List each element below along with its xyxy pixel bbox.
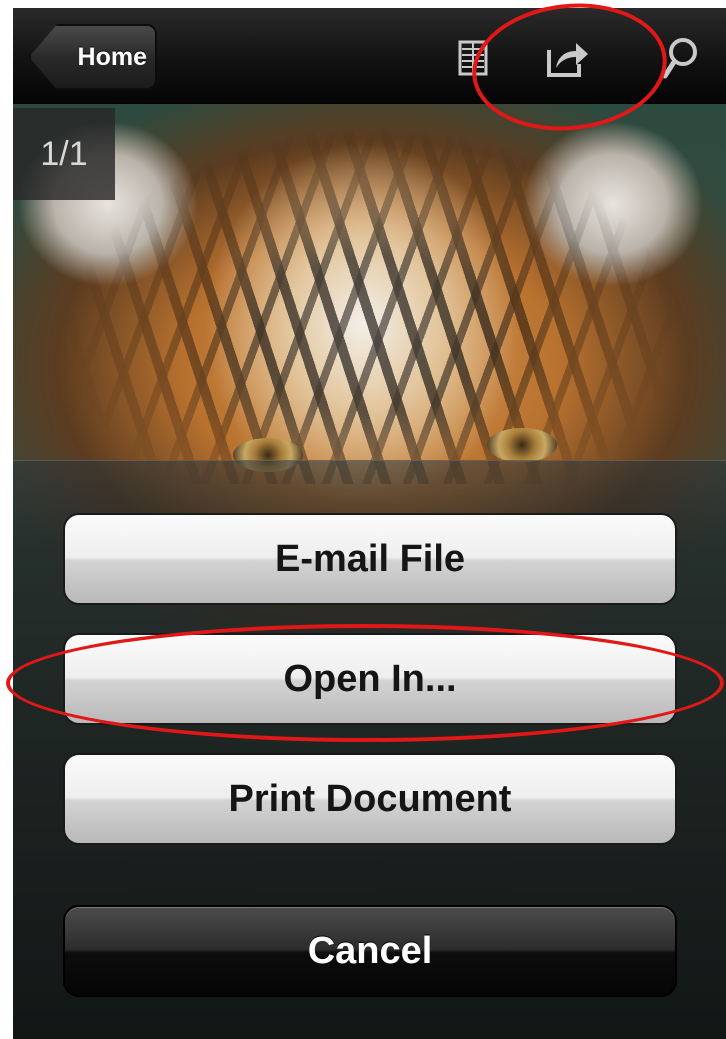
email-file-label: E-mail File	[274, 537, 466, 580]
print-document-button[interactable]: Print Document	[63, 753, 677, 845]
action-sheet: E-mail File Open In... Print Document Ca…	[13, 460, 726, 1039]
phone-screen: Home 1/1 E-mail File Open In... Print Do…	[13, 8, 726, 1039]
search-icon[interactable]	[657, 36, 701, 80]
home-button-label: Home	[77, 42, 147, 71]
cancel-button[interactable]: Cancel	[63, 905, 677, 997]
share-icon[interactable]	[546, 36, 590, 80]
tiger-eye-right	[487, 428, 557, 462]
cancel-label: Cancel	[307, 929, 433, 972]
document-image-stripes	[13, 104, 726, 484]
home-button[interactable]: Home	[29, 24, 157, 90]
list-view-icon[interactable]	[451, 36, 495, 80]
print-document-label: Print Document	[228, 777, 512, 820]
page-indicator: 1/1	[13, 108, 115, 200]
open-in-label: Open In...	[283, 657, 457, 700]
top-nav-bar: Home	[13, 8, 726, 104]
email-file-button[interactable]: E-mail File	[63, 513, 677, 605]
page-indicator-text: 1/1	[40, 134, 88, 173]
open-in-button[interactable]: Open In...	[63, 633, 677, 725]
